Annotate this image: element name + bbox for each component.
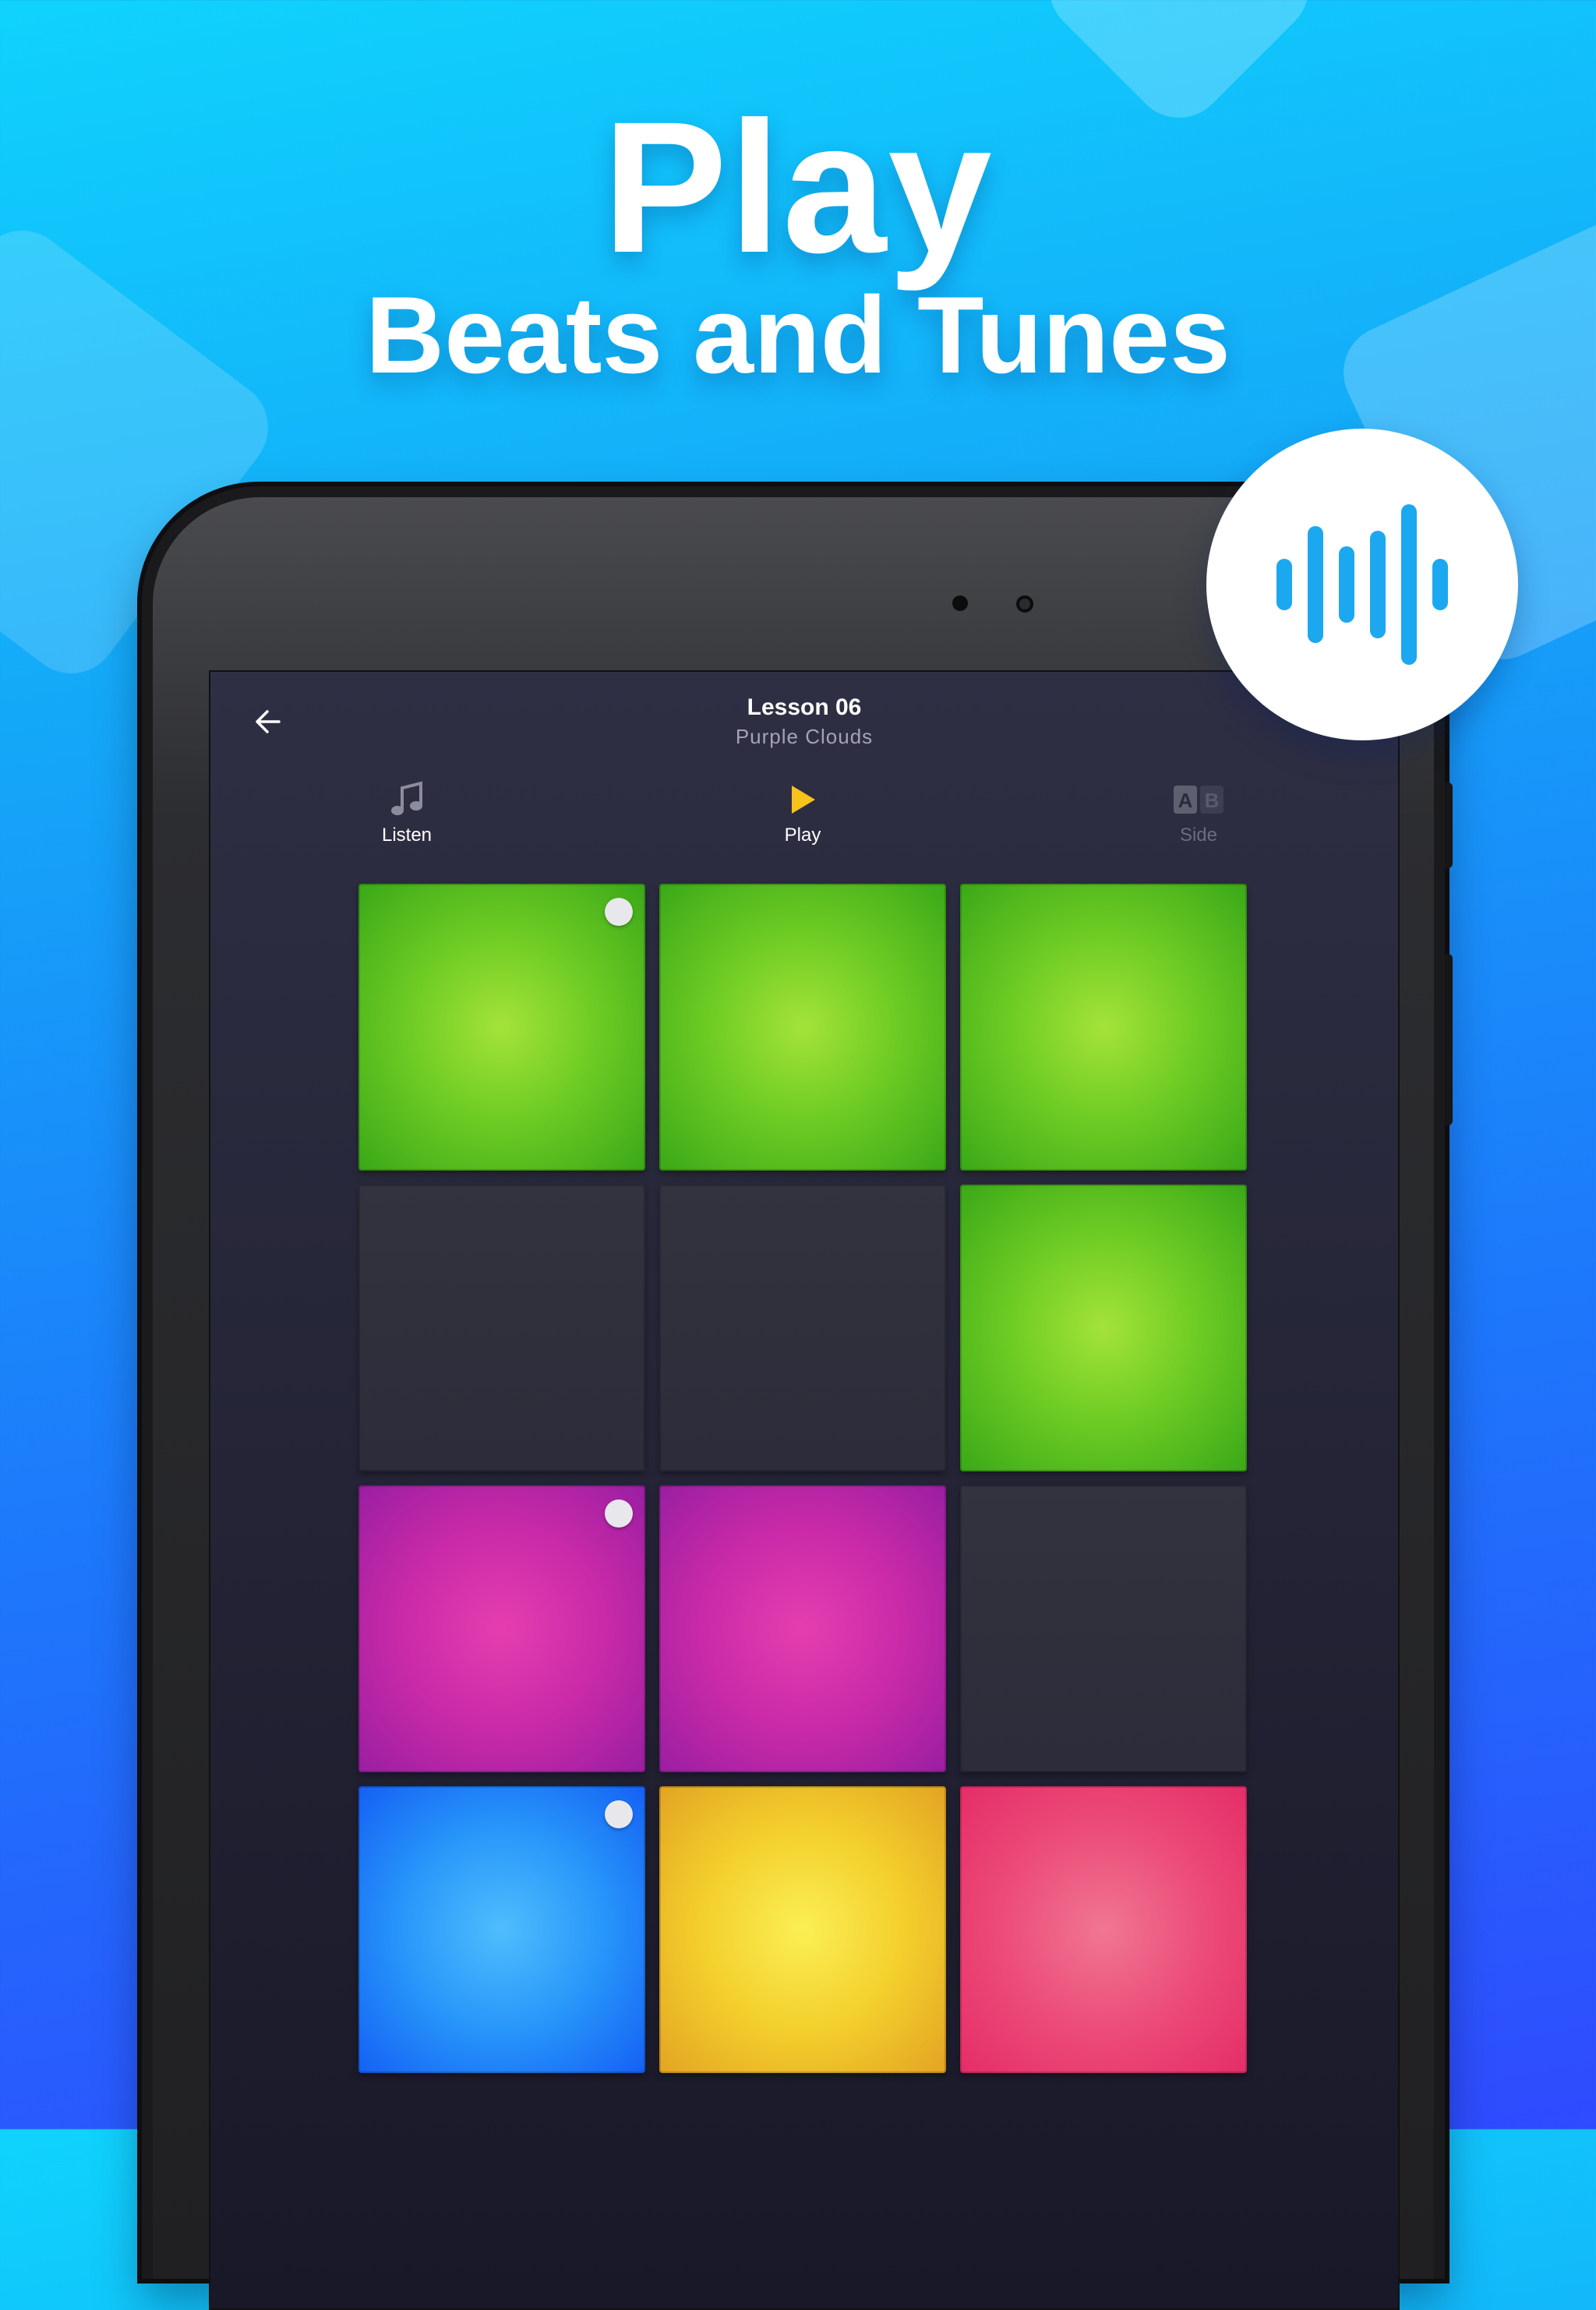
- tab-side[interactable]: A B Side: [1121, 778, 1276, 846]
- drum-pad-green[interactable]: [960, 884, 1247, 1171]
- drum-pad-yellow[interactable]: [659, 1786, 946, 2073]
- tab-side-label: Side: [1179, 825, 1218, 846]
- tab-play[interactable]: Play: [725, 778, 881, 846]
- pad-indicator-dot: [605, 1800, 633, 1828]
- drum-pad-magenta[interactable]: [659, 1485, 946, 1772]
- music-note-icon: [329, 778, 485, 821]
- drum-pad-green[interactable]: [960, 1185, 1247, 1471]
- drum-pad-grid: [358, 884, 1252, 2082]
- tab-play-label: Play: [784, 825, 821, 846]
- tab-listen-label: Listen: [381, 825, 433, 846]
- tablet-side-button: [1445, 782, 1453, 868]
- tablet-side-button: [1445, 954, 1453, 1125]
- svg-text:B: B: [1205, 789, 1220, 812]
- drum-pad-empty[interactable]: [659, 1185, 946, 1471]
- tab-listen[interactable]: Listen: [329, 778, 485, 846]
- svg-text:A: A: [1178, 789, 1193, 812]
- camera-lens: [1016, 595, 1033, 613]
- lesson-header: Lesson 06 Purple Clouds: [210, 694, 1398, 750]
- sound-badge: [1206, 429, 1518, 740]
- sound-wave-icon: [1276, 504, 1448, 665]
- pad-indicator-dot: [605, 898, 633, 926]
- play-icon: [725, 778, 881, 821]
- ab-side-icon: A B: [1121, 778, 1276, 821]
- drum-pad-magenta[interactable]: [358, 1485, 645, 1772]
- lesson-title: Lesson 06: [747, 694, 862, 720]
- drum-pad-green[interactable]: [659, 884, 946, 1171]
- drum-pad-pink[interactable]: [960, 1786, 1247, 2073]
- camera-dot: [952, 595, 968, 611]
- drum-pad-empty[interactable]: [358, 1185, 645, 1471]
- tablet-frame: Lesson 06 Purple Clouds Listen Play A B …: [142, 486, 1453, 2310]
- lesson-subtitle: Purple Clouds: [735, 725, 874, 748]
- drum-pad-blue[interactable]: [358, 1786, 645, 2073]
- drum-pad-green[interactable]: [358, 884, 645, 1171]
- headline-main: Play: [602, 83, 994, 291]
- drum-pad-empty[interactable]: [960, 1485, 1247, 1772]
- pad-indicator-dot: [605, 1499, 633, 1528]
- tablet-bezel: Lesson 06 Purple Clouds Listen Play A B …: [153, 497, 1434, 2310]
- headline-sub: Beats and Tunes: [365, 274, 1231, 396]
- app-screen: Lesson 06 Purple Clouds Listen Play A B …: [209, 670, 1400, 2310]
